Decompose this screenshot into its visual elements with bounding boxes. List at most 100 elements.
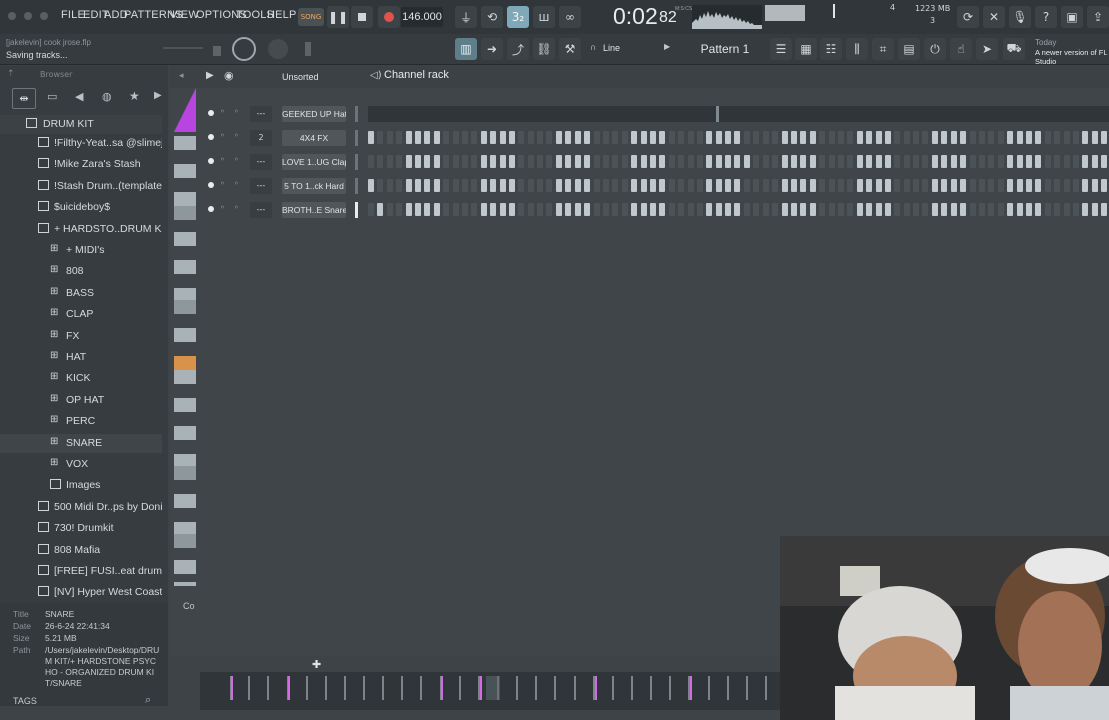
pause-button[interactable]: ❚❚ [327, 6, 349, 28]
step-button[interactable] [997, 203, 1004, 216]
step-button[interactable] [565, 179, 572, 192]
channel-mute-led[interactable] [208, 158, 214, 164]
step-button[interactable] [875, 203, 882, 216]
step-button[interactable] [706, 179, 713, 192]
step-button[interactable] [1063, 131, 1070, 144]
step-button[interactable] [856, 131, 863, 144]
step-button[interactable] [396, 179, 403, 192]
step-button[interactable] [1072, 179, 1079, 192]
step-button[interactable] [809, 179, 816, 192]
step-button[interactable] [884, 155, 891, 168]
step-button[interactable] [913, 203, 920, 216]
step-button[interactable] [612, 179, 619, 192]
step-button[interactable] [715, 155, 722, 168]
step-button[interactable] [368, 131, 374, 144]
step-button[interactable] [508, 155, 515, 168]
step-button[interactable] [969, 155, 976, 168]
step-button[interactable] [471, 155, 478, 168]
help-button[interactable]: ? [1035, 6, 1057, 28]
step-button[interactable] [508, 131, 515, 144]
step-button[interactable] [762, 203, 769, 216]
swing-icon[interactable]: ◉ [224, 69, 234, 82]
step-button[interactable] [612, 203, 619, 216]
step-button[interactable] [819, 155, 826, 168]
browser-item[interactable]: $uicideboy$ [0, 198, 162, 217]
step-button[interactable] [969, 179, 976, 192]
channel-rack-button[interactable]: ▦ [795, 38, 817, 60]
step-button[interactable] [725, 155, 732, 168]
step-button[interactable] [386, 131, 393, 144]
step-button[interactable] [640, 155, 647, 168]
step-button[interactable] [687, 179, 694, 192]
step-button[interactable] [875, 179, 882, 192]
step-button[interactable] [950, 203, 957, 216]
step-button[interactable] [866, 203, 873, 216]
master-slider[interactable] [305, 42, 311, 56]
step-button[interactable] [847, 203, 854, 216]
step-button[interactable] [537, 131, 544, 144]
step-button[interactable] [1035, 203, 1042, 216]
channel-filter[interactable]: Unsorted [282, 69, 346, 85]
step-button[interactable] [405, 203, 412, 216]
step-button[interactable] [1035, 155, 1042, 168]
step-button[interactable] [903, 155, 910, 168]
step-button[interactable] [1025, 179, 1032, 192]
step-button[interactable] [461, 179, 468, 192]
channel-mixer-track[interactable]: 2 [250, 130, 272, 146]
channel-volume-knob[interactable]: ◦ [234, 203, 239, 212]
step-button[interactable] [932, 155, 938, 168]
step-button[interactable] [602, 131, 609, 144]
step-button[interactable] [659, 131, 666, 144]
step-button[interactable] [574, 131, 581, 144]
step-button[interactable] [847, 131, 854, 144]
step-button[interactable] [678, 203, 685, 216]
browser-button[interactable]: ⌗ [872, 38, 894, 60]
browser-plugin-tab[interactable]: ◍ [102, 90, 112, 103]
step-button[interactable] [499, 179, 506, 192]
step-button[interactable] [866, 155, 873, 168]
mixer-button[interactable]: ☷ [820, 38, 842, 60]
step-button[interactable] [706, 155, 713, 168]
rack-options-icon[interactable]: ▶ [206, 70, 214, 81]
step-button[interactable] [837, 203, 844, 216]
step-button[interactable] [368, 155, 374, 168]
step-button[interactable] [490, 131, 497, 144]
step-button[interactable] [649, 203, 656, 216]
step-button[interactable] [706, 203, 713, 216]
browser-item[interactable]: !Stash Drum..(template) [0, 177, 162, 196]
hint-slider[interactable] [163, 47, 203, 49]
step-button[interactable] [828, 203, 835, 216]
step-button[interactable] [1054, 131, 1061, 144]
step-button[interactable] [894, 203, 901, 216]
browser-item[interactable]: 730! Drumkit [0, 519, 162, 538]
step-button[interactable] [433, 131, 440, 144]
cart-button[interactable]: ⛟ [1003, 38, 1025, 60]
playhead-plus-icon[interactable]: ✚ [312, 658, 321, 671]
step-button[interactable] [856, 203, 863, 216]
step-button[interactable] [753, 155, 760, 168]
channel-pan-knob[interactable]: ◦ [220, 155, 225, 164]
step-button[interactable] [508, 203, 515, 216]
step-button[interactable] [433, 179, 440, 192]
step-button[interactable] [1082, 203, 1089, 216]
step-button[interactable] [537, 203, 544, 216]
step-button[interactable] [1025, 203, 1032, 216]
step-button[interactable] [903, 131, 910, 144]
browser-item[interactable]: + HARDSTO..DRUM KIT [0, 220, 162, 239]
step-button[interactable] [762, 155, 769, 168]
step-button[interactable] [602, 203, 609, 216]
window-zoom-icon[interactable] [40, 12, 48, 20]
channel-mixer-track[interactable]: --- [250, 202, 272, 218]
step-button[interactable] [1091, 155, 1098, 168]
step-button[interactable] [978, 155, 985, 168]
channel-name-button[interactable]: 4X4 FX [282, 130, 346, 146]
step-button[interactable] [368, 203, 374, 216]
step-button[interactable] [490, 179, 497, 192]
channel-name-button[interactable]: GEEKED UP Hat [282, 106, 346, 122]
step-button[interactable] [960, 131, 967, 144]
channel-volume-knob[interactable]: ◦ [234, 131, 239, 140]
step-button[interactable] [687, 155, 694, 168]
step-button[interactable] [837, 155, 844, 168]
step-button[interactable] [537, 179, 544, 192]
browser-item[interactable]: ⊞ SNARE [0, 433, 162, 453]
